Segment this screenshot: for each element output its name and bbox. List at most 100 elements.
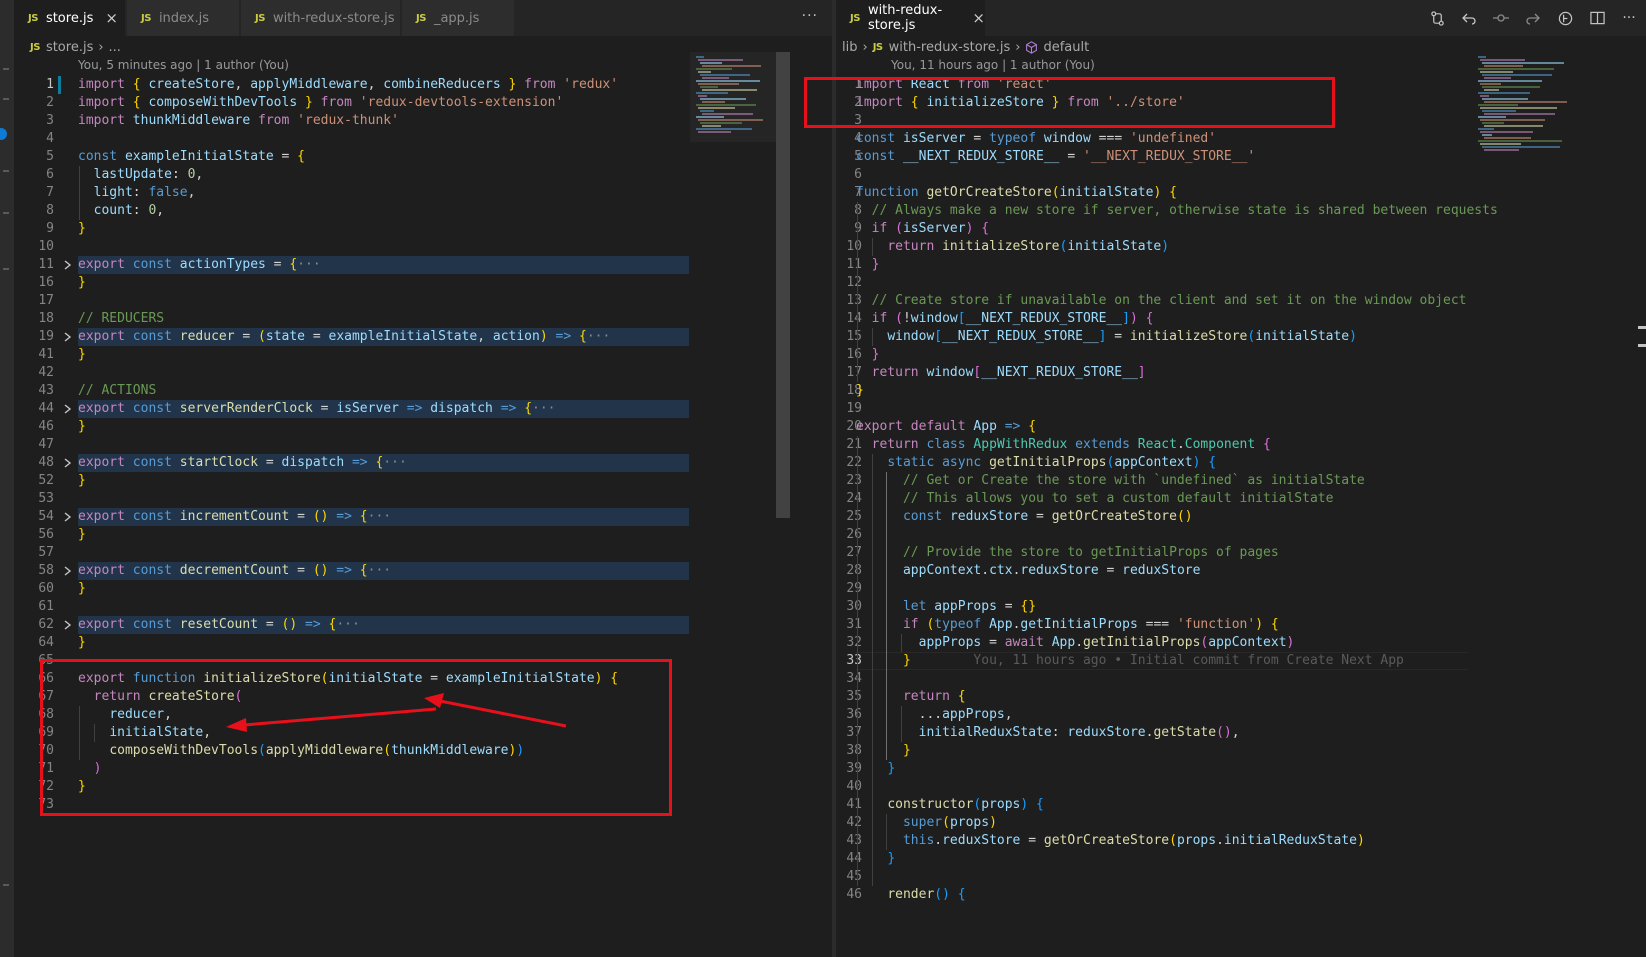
folded-ellipsis[interactable]: ··· — [336, 617, 359, 632]
code-line[interactable]: count: 0, — [78, 202, 164, 220]
code-line[interactable]: function getOrCreateStore(initialState) … — [856, 184, 1177, 202]
code-line[interactable]: // Get or Create the store with `undefin… — [856, 472, 1365, 490]
code-line[interactable]: } — [78, 526, 86, 544]
close-icon[interactable]: × — [972, 9, 985, 27]
code-line[interactable]: // REDUCERS — [78, 310, 164, 328]
close-icon[interactable]: × — [105, 9, 118, 27]
code-line[interactable]: } — [856, 382, 864, 400]
chevron-right-icon[interactable] — [62, 562, 74, 580]
minimap[interactable] — [1472, 52, 1572, 162]
code-line[interactable]: appContext.ctx.reduxStore = reduxStore — [856, 562, 1200, 580]
code-line[interactable]: if (!window[__NEXT_REDUX_STORE__]) { — [856, 310, 1154, 328]
inline-blame[interactable]: You, 11 hours ago • Initial commit from … — [911, 653, 1403, 668]
code-line[interactable]: // Always make a new store if server, ot… — [856, 202, 1498, 220]
chevron-right-icon[interactable] — [62, 256, 74, 274]
chevron-right-icon[interactable] — [62, 400, 74, 418]
code-line[interactable]: static async getInitialProps(appContext)… — [856, 454, 1216, 472]
code-line[interactable]: return class AppWithRedux extends React.… — [856, 436, 1271, 454]
more-actions-icon[interactable]: ··· — [802, 8, 818, 24]
code-line[interactable]: return initializeStore(initialState) — [856, 238, 1169, 256]
tab-with-redux-store-js[interactable]: JS with-redux-store.js — [241, 0, 401, 36]
breadcrumb-symbol[interactable]: default — [1025, 40, 1089, 55]
tab-app-js[interactable]: JS _app.js — [402, 0, 515, 36]
code-line[interactable]: let appProps = {} — [856, 598, 1036, 616]
folded-ellipsis[interactable]: ··· — [587, 329, 610, 344]
folded-ellipsis[interactable]: ··· — [297, 257, 320, 272]
code-line[interactable]: export const actionTypes = {··· — [78, 256, 321, 274]
code-line[interactable]: } — [78, 274, 86, 292]
gitlens-icon[interactable] — [1556, 9, 1574, 27]
code-line[interactable]: // This allows you to set a custom defau… — [856, 490, 1333, 508]
code-line[interactable]: const exampleInitialState = { — [78, 148, 305, 166]
go-forward-icon[interactable] — [1524, 9, 1542, 27]
code-line[interactable]: } — [856, 346, 880, 364]
code-line[interactable]: } — [78, 472, 86, 490]
code-line[interactable]: } — [856, 256, 880, 274]
codelens-blame[interactable]: You, 11 hours ago | 1 author (You) — [891, 58, 1095, 76]
git-commit-icon[interactable] — [1492, 9, 1510, 27]
chevron-right-icon[interactable] — [62, 508, 74, 526]
code-line[interactable]: super(props) — [856, 814, 997, 832]
folded-ellipsis[interactable]: ··· — [368, 563, 391, 578]
code-line[interactable]: } — [78, 418, 86, 436]
folded-ellipsis[interactable]: ··· — [368, 509, 391, 524]
breadcrumb-file[interactable]: JS with-redux-store.js — [873, 40, 1011, 55]
code-line[interactable]: } — [856, 850, 895, 868]
split-editor-icon[interactable] — [1588, 9, 1606, 27]
code-line[interactable]: const isServer = typeof window === 'unde… — [856, 130, 1216, 148]
code-line[interactable]: export const serverRenderClock = isServe… — [78, 400, 556, 418]
folded-ellipsis[interactable]: ··· — [532, 401, 555, 416]
code-line[interactable]: export const resetCount = () => {··· — [78, 616, 360, 634]
code-line[interactable]: import { createStore, applyMiddleware, c… — [78, 76, 618, 94]
code-line[interactable]: if (isServer) { — [856, 220, 989, 238]
scrollbar[interactable] — [1632, 52, 1646, 957]
minimap[interactable] — [690, 52, 776, 142]
code-line[interactable]: export default App => { — [856, 418, 1036, 436]
activity-active-indicator[interactable] — [0, 128, 7, 140]
code-line[interactable]: // Create store if unavailable on the cl… — [856, 292, 1467, 310]
breadcrumb-folder[interactable]: lib — [842, 40, 857, 55]
code-line[interactable]: export const startClock = dispatch => {·… — [78, 454, 407, 472]
code-line[interactable]: const reduxStore = getOrCreateStore() — [856, 508, 1193, 526]
more-actions-icon[interactable]: ··· — [1620, 9, 1638, 27]
code-line[interactable]: export const incrementCount = () => {··· — [78, 508, 391, 526]
go-back-icon[interactable] — [1460, 9, 1478, 27]
tab-with-redux-store-js[interactable]: JS with-redux-store.js × — [836, 0, 986, 36]
tab-store-js[interactable]: JS store.js × — [14, 0, 126, 36]
scrollbar-thumb[interactable] — [776, 52, 790, 518]
code-line[interactable]: if (typeof App.getInitialProps === 'func… — [856, 616, 1279, 634]
code-line[interactable]: } — [78, 580, 86, 598]
git-change-indicator[interactable] — [58, 76, 61, 94]
code-line[interactable]: // Provide the store to getInitialProps … — [856, 544, 1279, 562]
code-line[interactable]: const __NEXT_REDUX_STORE__ = '__NEXT_RED… — [856, 148, 1255, 166]
code-line[interactable]: constructor(props) { — [856, 796, 1044, 814]
tab-index-js[interactable]: JS index.js — [127, 0, 240, 36]
code-line[interactable]: lastUpdate: 0, — [78, 166, 204, 184]
code-line[interactable]: appProps = await App.getInitialProps(app… — [856, 634, 1295, 652]
code-line[interactable]: ...appProps, — [856, 706, 1013, 724]
code-line[interactable]: return window[__NEXT_REDUX_STORE__] — [856, 364, 1146, 382]
code-line[interactable]: window[__NEXT_REDUX_STORE__] = initializ… — [856, 328, 1357, 346]
source-control-icon[interactable] — [1428, 9, 1446, 27]
code-line[interactable]: } — [78, 220, 86, 238]
code-line[interactable]: export const reducer = (state = exampleI… — [78, 328, 610, 346]
code-line[interactable]: light: false, — [78, 184, 196, 202]
code-line[interactable]: } You, 11 hours ago • Initial commit fro… — [856, 652, 1404, 670]
code-line[interactable]: import { composeWithDevTools } from 'red… — [78, 94, 563, 112]
chevron-right-icon[interactable] — [62, 328, 74, 346]
chevron-right-icon[interactable] — [62, 454, 74, 472]
code-line[interactable]: } — [856, 760, 895, 778]
chevron-right-icon[interactable] — [62, 616, 74, 634]
code-line[interactable]: } — [856, 742, 911, 760]
breadcrumb-symbol[interactable]: ... — [109, 40, 121, 55]
breadcrumb-file[interactable]: JS store.js — [30, 40, 93, 55]
code-line[interactable]: export const decrementCount = () => {··· — [78, 562, 391, 580]
scrollbar[interactable] — [776, 52, 790, 957]
code-line[interactable]: } — [78, 346, 86, 364]
codelens-blame[interactable]: You, 5 minutes ago | 1 author (You) — [78, 58, 289, 76]
code-line[interactable]: initialReduxState: reduxStore.getState()… — [856, 724, 1240, 742]
code-line[interactable]: } — [78, 634, 86, 652]
code-line[interactable]: render() { — [856, 886, 965, 904]
code-line[interactable]: import thunkMiddleware from 'redux-thunk… — [78, 112, 399, 130]
code-line[interactable]: this.reduxStore = getOrCreateStore(props… — [856, 832, 1365, 850]
